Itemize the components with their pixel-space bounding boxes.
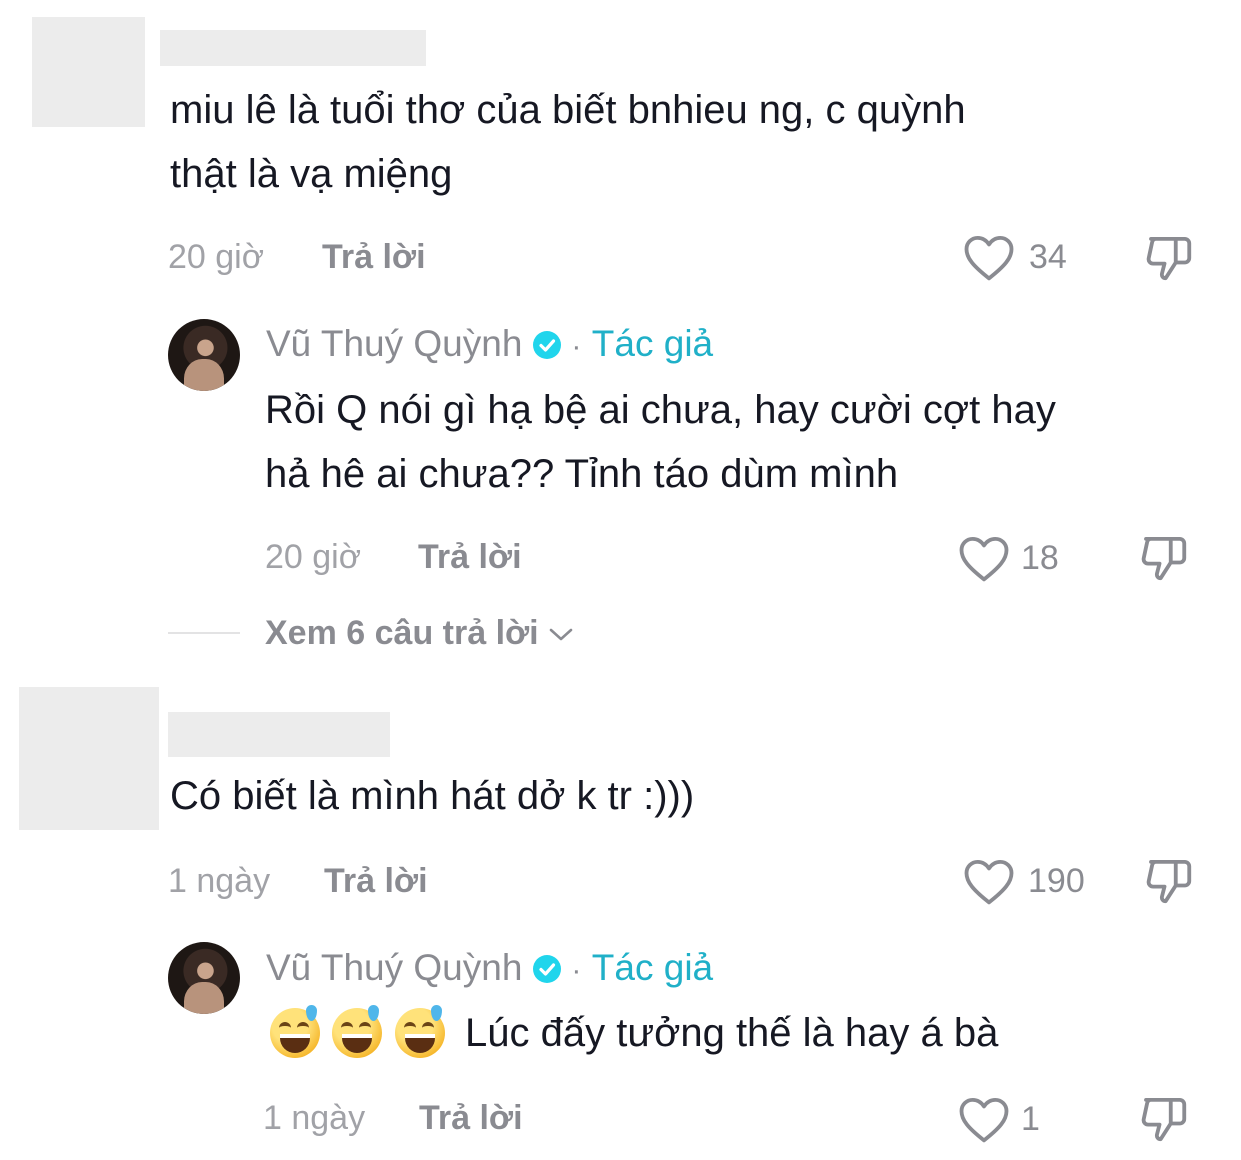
reply-1-text-line-1: Rồi Q nói gì hạ bệ ai chưa, hay cười cợt… (265, 388, 1056, 432)
comment-1-text-line-1: miu lê là tuổi thơ của biết bnhieu ng, c… (170, 88, 966, 132)
reply-1-reply-button[interactable]: Trả lời (418, 537, 522, 577)
comment-1-like-button[interactable]: 34 (962, 230, 1082, 282)
comment-1-reply-button[interactable]: Trả lời (322, 237, 426, 277)
thumbs-down-outline-icon[interactable] (1137, 533, 1191, 583)
chevron-down-icon (549, 628, 573, 641)
comment-1-like-count: 34 (1029, 238, 1067, 276)
comment-2-like-button[interactable]: 190 (962, 854, 1092, 906)
comment-2-like-count: 190 (1028, 862, 1085, 900)
comment-2-text: Có biết là mình hát dở k tr :))) (170, 774, 695, 818)
reply-1-like-count: 18 (1021, 539, 1059, 577)
reply-1-author-name[interactable]: Vũ Thuý Quỳnh (266, 323, 522, 364)
heart-outline-icon (959, 536, 1009, 582)
thumbs-down-outline-icon[interactable] (1142, 856, 1196, 906)
reply-1-like-button[interactable]: 18 (957, 531, 1077, 583)
comment-2-username[interactable] (168, 712, 390, 757)
comment-1-username[interactable] (160, 30, 426, 66)
comment-2-reply-button[interactable]: Trả lời (324, 861, 428, 901)
grinning-sweat-emoji (332, 1005, 382, 1058)
view-replies-divider (168, 632, 240, 634)
reply-1-header: Vũ Thuý Quỳnh · Tác giả (266, 322, 713, 366)
verified-check-icon (532, 955, 561, 983)
heart-outline-icon (964, 859, 1014, 905)
reply-2-time: 1 ngày (263, 1099, 366, 1137)
comment-1-text: miu lê là tuổi thơ của biết bnhieu ng, c… (170, 78, 1210, 206)
reply-2-reply-button[interactable]: Trả lời (419, 1098, 523, 1138)
reply-2-author-badge: Tác giả (591, 947, 714, 988)
grinning-sweat-emoji (395, 1005, 445, 1058)
reply-1-avatar[interactable] (168, 319, 240, 391)
comment-1-time: 20 giờ (168, 238, 265, 276)
reply-1-text: Rồi Q nói gì hạ bệ ai chưa, hay cười cợt… (265, 378, 1225, 506)
comment-1-avatar[interactable] (32, 17, 145, 127)
heart-outline-icon (964, 235, 1014, 281)
reply-2-text: Lúc đấy tưởng thế là hay á bà (465, 1011, 999, 1055)
reply-2-header: Vũ Thuý Quỳnh · Tác giả (266, 946, 713, 990)
reply-2-like-count: 1 (1021, 1100, 1040, 1138)
reply-1-text-line-2: hả hê ai chưa?? Tỉnh táo dùm mình (265, 452, 899, 496)
view-replies-label: Xem 6 câu trả lời (265, 614, 539, 652)
view-replies-button[interactable]: Xem 6 câu trả lời (265, 613, 575, 653)
thumbs-down-outline-icon[interactable] (1137, 1094, 1191, 1144)
reply-2-author-name[interactable]: Vũ Thuý Quỳnh (266, 947, 522, 988)
reply-1-time: 20 giờ (265, 538, 362, 576)
comment-1-text-line-2: thật là vạ miệng (170, 152, 453, 196)
comment-2-avatar[interactable] (19, 687, 159, 830)
thumbs-down-outline-icon[interactable] (1142, 233, 1196, 283)
reply-1-author-badge: Tác giả (591, 323, 714, 364)
reply-1-separator: · (571, 330, 582, 363)
comment-2-time: 1 ngày (168, 862, 271, 900)
reply-2-avatar[interactable] (168, 942, 240, 1014)
verified-check-icon (532, 331, 561, 359)
grinning-sweat-emoji (270, 1005, 320, 1058)
reply-2-like-button[interactable]: 1 (957, 1092, 1067, 1144)
reply-2-separator: · (571, 954, 582, 987)
heart-outline-icon (959, 1097, 1009, 1143)
